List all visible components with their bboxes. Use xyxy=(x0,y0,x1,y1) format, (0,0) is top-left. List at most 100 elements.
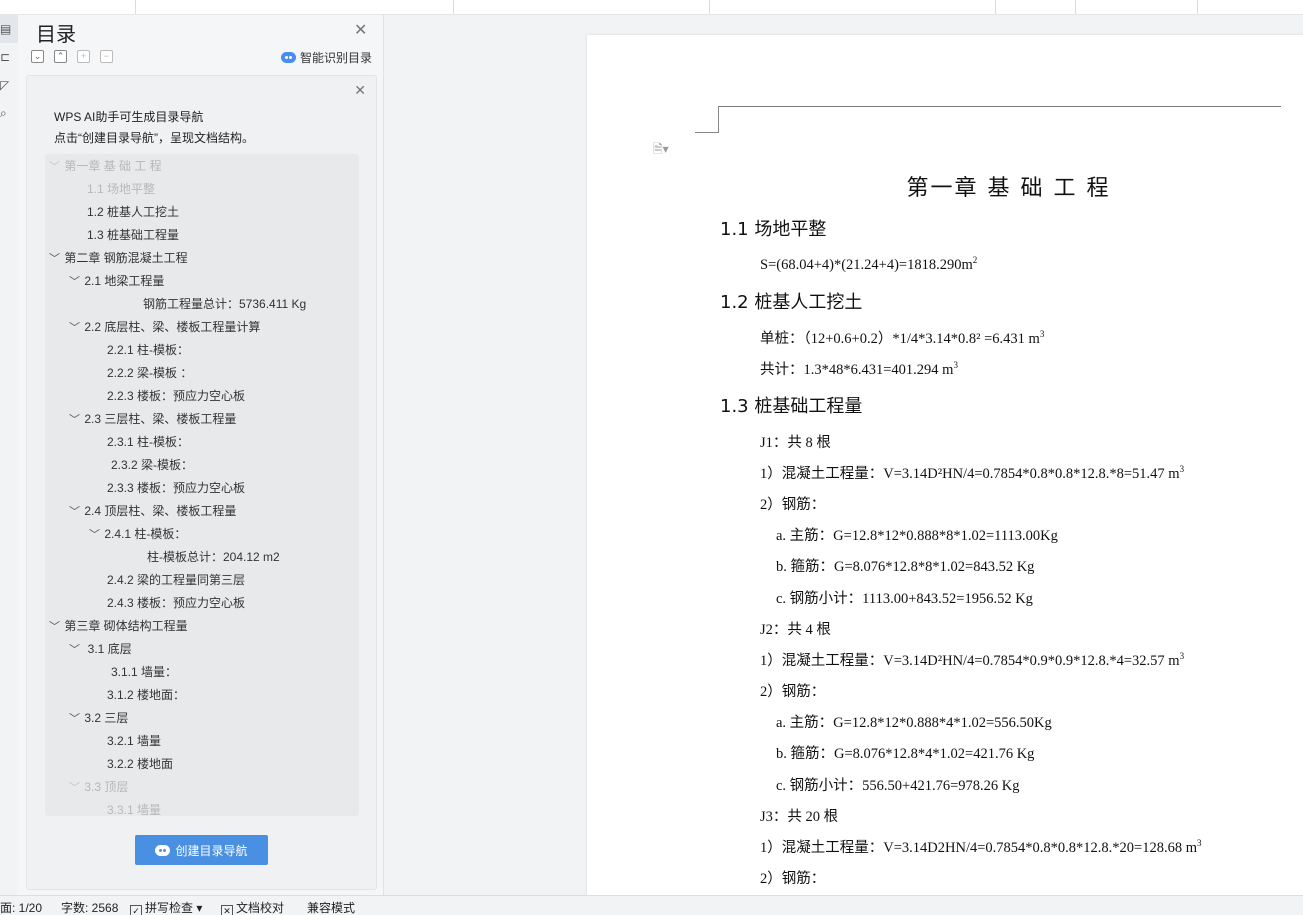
create-toc-button[interactable]: 创建目录导航 xyxy=(135,835,268,865)
toolbar-segment xyxy=(710,0,996,14)
chevron-down-icon[interactable]: ﹀ xyxy=(69,410,81,430)
expand-all-icon[interactable]: ⌄ xyxy=(31,50,44,63)
toc-item[interactable]: 3.3.1 墙量 xyxy=(107,800,161,816)
close-icon[interactable]: ✕ xyxy=(354,82,366,99)
smart-recognize-button[interactable]: 智能识别目录 xyxy=(281,49,372,66)
doc-line: a. 主筋：G=12.8*12*0.888*4*1.02=556.50Kg xyxy=(776,715,1052,731)
doc-line: b. 箍筋：G=8.076*12.8*8*1.02=843.52 Kg xyxy=(776,559,1035,575)
toc-item[interactable]: 2.3.1 柱-模板： xyxy=(107,432,189,452)
toc-panel: 目录 ✕ ⌄ ⌃ + − 智能识别目录 ✕ WPS AI助手可生成目录导航 点击… xyxy=(18,15,384,895)
toolbar-segment xyxy=(0,0,136,14)
spell-check-button[interactable]: ✓ 拼写检查 ▾ xyxy=(130,899,202,915)
compat-mode-label: 兼容模式 xyxy=(307,901,356,915)
toc-item[interactable]: ﹀ 2.4.1 柱-模板： xyxy=(89,524,186,544)
margin-marker xyxy=(695,132,719,133)
chevron-down-icon[interactable]: ﹀ xyxy=(89,525,101,545)
toc-rail-icon[interactable]: ▤ xyxy=(0,15,18,43)
doc-line: 2）钢筋： xyxy=(760,871,826,887)
toc-item[interactable]: ﹀ 3.3 顶层 xyxy=(69,777,128,797)
doc-line: 共计：1.3*48*6.431=401.294 m3 xyxy=(760,360,958,378)
toc-item[interactable]: 2.4.2 梁的工程量同第三层 xyxy=(107,570,245,590)
close-icon[interactable]: ✕ xyxy=(354,20,367,40)
chapter-title: 第一章 基 础 工 程 xyxy=(906,176,1111,201)
toc-item[interactable]: 2.3.3 楼板：预应力空心板 xyxy=(107,478,245,498)
chevron-down-icon[interactable]: ﹀ xyxy=(69,640,81,660)
doc-line: J1：共 8 根 xyxy=(760,435,831,451)
chevron-down-icon[interactable]: ﹀ xyxy=(69,709,81,729)
header-line xyxy=(719,106,1281,107)
toc-item[interactable]: 2.2.1 柱-模板： xyxy=(107,340,189,360)
section-heading: 1.2 桩基人工挖土 xyxy=(720,292,863,313)
chevron-down-icon[interactable]: ﹀ xyxy=(69,502,81,522)
chevron-down-icon[interactable]: ﹀ xyxy=(69,272,81,292)
paragraph-rail-icon[interactable]: ⊏ xyxy=(0,43,18,71)
doc-line: 1）混凝土工程量：V=3.14D2HN/4=0.7854*0.8*0.8*12.… xyxy=(760,838,1202,856)
chevron-down-icon[interactable]: ﹀ xyxy=(69,318,81,338)
chevron-down-icon[interactable]: ﹀ xyxy=(49,249,61,269)
toc-controls: ⌄ ⌃ + − xyxy=(31,50,113,63)
proofread-button[interactable]: ✕ 文档校对 xyxy=(221,899,284,915)
doc-line: J2：共 4 根 xyxy=(760,622,831,638)
paste-options-icon[interactable]: 🗎▾ xyxy=(653,140,669,161)
smart-recognize-label: 智能识别目录 xyxy=(300,51,373,65)
toolbar-segment xyxy=(136,0,454,14)
search-rail-icon[interactable]: ⌕ xyxy=(0,99,18,127)
toc-item[interactable]: ﹀ 2.1 地梁工程量 xyxy=(69,271,164,291)
add-level-icon[interactable]: + xyxy=(77,50,90,63)
collapse-all-icon[interactable]: ⌃ xyxy=(54,50,67,63)
toc-item[interactable]: 3.2.2 楼地面 xyxy=(107,754,173,774)
ai-hint-line-2: 点击“创建目录导航”，呈现文档结构。 xyxy=(54,131,254,145)
ai-assistant-icon xyxy=(281,52,296,63)
doc-line: c. 钢筋小计：1113.00+843.52=1956.52 Kg xyxy=(776,591,1033,607)
chevron-down-icon[interactable]: ﹀ xyxy=(49,617,61,637)
toolbar-segment xyxy=(996,0,1076,14)
toc-item[interactable]: ﹀ 2.3 三层柱、梁、楼板工程量 xyxy=(69,409,236,429)
toc-item[interactable]: 2.4.3 楼板：预应力空心板 xyxy=(107,593,245,613)
section-heading: 1.3 桩基础工程量 xyxy=(720,396,863,417)
toolbar-segment xyxy=(454,0,710,14)
section-heading: 1.1 场地平整 xyxy=(720,219,827,240)
toc-item[interactable]: 3.2.1 墙量 xyxy=(107,731,161,751)
page-indicator[interactable]: 页面: 1/20 xyxy=(0,899,42,915)
toc-item[interactable]: ﹀ 3.1 底层 xyxy=(69,639,132,659)
toc-item[interactable]: 柱-模板总计：204.12 m2 xyxy=(147,547,280,567)
toc-item[interactable]: 钢筋工程量总计：5736.411 Kg xyxy=(143,294,306,314)
doc-line: a. 主筋：G=12.8*12*0.888*8*1.02=1113.00Kg xyxy=(776,528,1058,544)
document-page[interactable]: 🗎▾ 第一章 基 础 工 程 1.1 场地平整 S=(68.04+4)*(21.… xyxy=(587,35,1303,895)
doc-line: 2）钢筋： xyxy=(760,684,826,700)
checkbox-icon: ✓ xyxy=(130,905,142,915)
doc-line: 2）钢筋： xyxy=(760,497,826,513)
toc-item[interactable]: 1.2 桩基人工挖土 xyxy=(87,202,179,222)
bookmark-rail-icon[interactable]: ◸ xyxy=(0,71,18,99)
chevron-down-icon[interactable]: ﹀ xyxy=(49,157,61,177)
proofread-icon: ✕ xyxy=(221,905,233,915)
toc-item[interactable]: ﹀ 2.4 顶层柱、梁、楼板工程量 xyxy=(69,501,236,521)
doc-line: c. 钢筋小计：556.50+421.76=978.26 Kg xyxy=(776,778,1020,794)
toc-item[interactable]: 3.1.2 楼地面： xyxy=(107,685,185,705)
ai-hint-line-1: WPS AI助手可生成目录导航 xyxy=(54,110,204,124)
toc-item[interactable]: 2.3.2 梁-模板： xyxy=(111,455,193,475)
doc-line: 单桩：（12+0.6+0.2）*1/4*3.14*0.8² =6.431 m3 xyxy=(760,329,1045,347)
toc-item[interactable]: 1.1 场地平整 xyxy=(87,179,155,199)
doc-line: J3：共 20 根 xyxy=(760,809,839,825)
status-bar: 页面: 1/20 字数: 2568 ✓拼写检查 ▾ ✕文档校对 兼容模式 xyxy=(0,895,1303,915)
toc-tree: ﹀ 第一章 基 础 工 程 1.1 场地平整 1.2 桩基人工挖土 1.3 桩基… xyxy=(45,154,359,816)
toc-item[interactable]: ﹀ 3.2 三层 xyxy=(69,708,128,728)
ai-assistant-icon xyxy=(155,844,171,856)
toc-item[interactable]: 2.2.2 梁-模板 ： xyxy=(107,363,192,383)
doc-line: 1）混凝土工程量：V=3.14D²HN/4=0.7854*0.9*0.9*12.… xyxy=(760,651,1185,669)
toc-item[interactable]: 1.3 桩基础工程量 xyxy=(87,225,179,245)
top-toolbar-strip xyxy=(0,0,1303,15)
toc-item[interactable]: ﹀ 第二章 钢筋混凝土工程 xyxy=(49,248,188,268)
toc-item[interactable]: ﹀ 第一章 基 础 工 程 xyxy=(49,156,162,176)
doc-line: S=(68.04+4)*(21.24+4)=1818.290m2 xyxy=(760,255,978,273)
remove-level-icon[interactable]: − xyxy=(100,50,113,63)
document-canvas: 🗎▾ 第一章 基 础 工 程 1.1 场地平整 S=(68.04+4)*(21.… xyxy=(385,15,1303,895)
toc-item[interactable]: 2.2.3 楼板：预应力空心板 xyxy=(107,386,245,406)
word-count[interactable]: 字数: 2568 xyxy=(61,899,118,915)
toc-item[interactable]: ﹀ 2.2 底层柱、梁、楼板工程量计算 xyxy=(69,317,260,337)
doc-line: b. 箍筋：G=8.076*12.8*4*1.02=421.76 Kg xyxy=(776,746,1035,762)
toc-item[interactable]: ﹀ 第三章 砌体结构工程量 xyxy=(49,616,188,636)
chevron-down-icon[interactable]: ﹀ xyxy=(69,778,81,798)
toc-item[interactable]: 3.1.1 墙量： xyxy=(111,662,177,682)
